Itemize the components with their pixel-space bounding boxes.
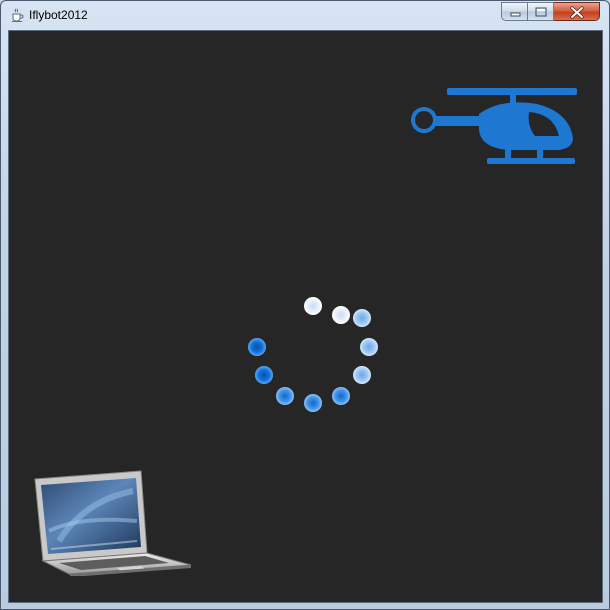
spinner-dot xyxy=(332,387,350,405)
window-title: Iflybot2012 xyxy=(29,8,88,22)
spinner-dot xyxy=(332,306,350,324)
spinner-dot xyxy=(248,338,266,356)
spinner-dot xyxy=(255,366,273,384)
spinner-dot xyxy=(304,297,322,315)
helicopter-icon[interactable] xyxy=(409,86,581,206)
loading-spinner xyxy=(242,276,382,421)
maximize-button[interactable] xyxy=(528,2,554,21)
spinner-dot xyxy=(276,387,294,405)
spinner-dot xyxy=(353,366,371,384)
spinner-dot xyxy=(353,309,371,327)
laptop-icon[interactable] xyxy=(29,461,199,581)
close-button[interactable] xyxy=(554,2,600,21)
title-bar[interactable]: Iflybot2012 xyxy=(1,1,609,29)
spinner-dot xyxy=(360,338,378,356)
spinner-dot xyxy=(304,394,322,412)
app-window: Iflybot2012 xyxy=(0,0,610,610)
java-cup-icon xyxy=(9,7,25,23)
minimize-button[interactable] xyxy=(501,2,528,21)
canvas-area[interactable] xyxy=(8,30,603,603)
